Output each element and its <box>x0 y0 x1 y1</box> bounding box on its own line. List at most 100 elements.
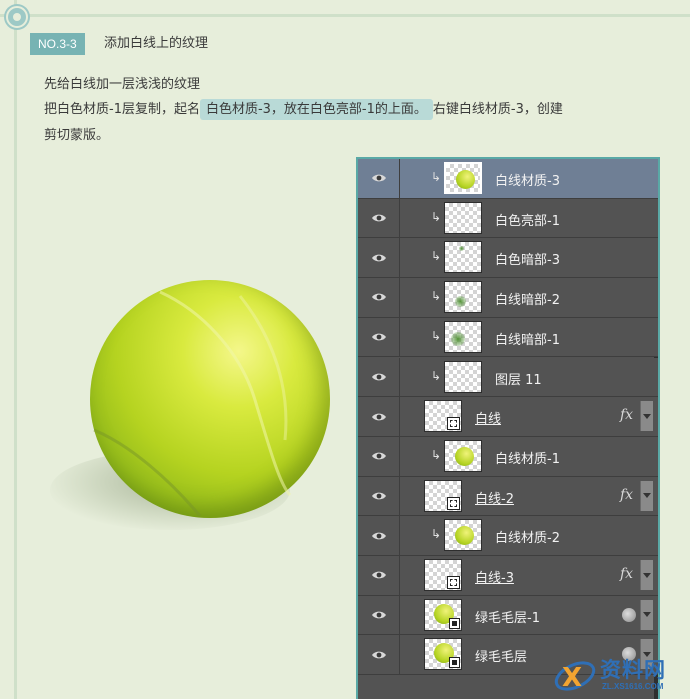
chevron-down-icon <box>643 612 651 618</box>
eye-icon <box>371 333 386 341</box>
eye-icon <box>371 294 386 301</box>
eye-icon <box>371 571 386 579</box>
layer-row[interactable]: 绿毛毛层-1 <box>358 595 658 636</box>
instruction-highlight: 白色材质-3，放在白色亮部-1的上面。 <box>199 99 433 120</box>
smart-object-icon <box>449 617 460 629</box>
layer-name: 白线材质-1 <box>495 451 560 467</box>
visibility-toggle[interactable] <box>358 238 400 278</box>
step-title: 添加白线上的纹理 <box>104 36 209 51</box>
frame-left-line <box>14 0 17 699</box>
eye-icon <box>371 651 386 659</box>
layer-thumbnail[interactable] <box>424 479 462 512</box>
frame-top-line <box>0 14 690 17</box>
layer-row[interactable]: 白线-3 fx <box>358 556 658 596</box>
layer-thumbnail[interactable] <box>424 598 462 631</box>
visibility-toggle[interactable] <box>358 516 400 555</box>
step-badge: NO.3-3 <box>30 33 85 55</box>
layer-row[interactable]: ↳ 白线材质-3 <box>358 159 658 199</box>
visibility-toggle[interactable] <box>358 198 400 238</box>
fx-icon[interactable]: fx <box>620 487 633 503</box>
frame-corner-dot <box>6 6 28 28</box>
thumbnail-shade-dot <box>459 246 464 252</box>
layer-row[interactable]: ↳ 白色暗部-3 <box>358 238 658 279</box>
layer-row[interactable]: ↳ 白线暗部-2 <box>358 278 658 318</box>
thumbnail-shade-dot <box>455 296 466 308</box>
layer-name: 白线-3 <box>475 571 514 586</box>
visibility-toggle[interactable] <box>358 595 400 635</box>
layer-thumbnail[interactable] <box>444 281 482 314</box>
eye-icon <box>371 174 386 182</box>
clipping-arrow-icon: ↳ <box>431 170 442 184</box>
expand-effects-button[interactable] <box>640 480 653 511</box>
chevron-down-icon <box>643 572 651 578</box>
visibility-toggle[interactable] <box>358 476 400 516</box>
layer-name: 白线暗部-1 <box>495 332 560 348</box>
layer-row[interactable]: 白线-2 fx <box>358 476 658 517</box>
layer-name: 图层 11 <box>495 372 542 388</box>
clipping-arrow-icon: ↳ <box>431 289 442 304</box>
layer-name: 白色亮部-1 <box>495 213 560 229</box>
shape-layer-icon <box>447 576 460 589</box>
layer-thumbnail[interactable] <box>444 439 482 472</box>
layer-name: 绿毛毛层 <box>475 650 528 666</box>
smart-object-icon <box>449 657 460 669</box>
thumbnail-ball-icon <box>456 170 475 189</box>
layer-thumbnail[interactable] <box>424 638 462 671</box>
instruction-text-before: 把白色材质-1层复制，起名 <box>44 102 200 117</box>
shape-layer-icon <box>447 496 460 510</box>
eye-icon <box>371 611 386 619</box>
expand-effects-button[interactable] <box>640 599 653 630</box>
eye-icon <box>371 373 386 381</box>
layer-thumbnail[interactable] <box>444 519 482 552</box>
visibility-toggle[interactable] <box>358 436 400 476</box>
eye-icon <box>371 254 386 262</box>
layer-thumbnail[interactable] <box>444 241 482 274</box>
watermark-url: ZL.XS1616.COM <box>602 682 664 691</box>
layer-name: 白线材质-2 <box>495 531 560 547</box>
layer-thumbnail[interactable] <box>444 360 482 393</box>
layer-thumbnail[interactable] <box>444 201 482 234</box>
filter-circle-icon[interactable] <box>622 607 636 622</box>
svg-text:X: X <box>562 663 582 693</box>
visibility-toggle[interactable] <box>358 635 400 675</box>
layer-thumbnail[interactable] <box>424 559 462 591</box>
layer-row[interactable]: ↳ 图层 11 <box>358 357 658 398</box>
layer-thumbnail[interactable] <box>424 400 462 433</box>
clipping-arrow-icon: ↳ <box>431 527 442 542</box>
visibility-toggle[interactable] <box>358 317 400 357</box>
layer-row[interactable]: ↳ 白线材质-1 <box>358 436 658 477</box>
fx-icon[interactable]: fx <box>620 566 633 582</box>
layer-row[interactable]: ↳ 白线材质-2 <box>358 516 658 556</box>
visibility-toggle[interactable] <box>358 397 400 436</box>
thumbnail-ball-icon <box>455 526 474 546</box>
layer-row[interactable]: ↳ 白线暗部-1 <box>358 317 658 358</box>
layer-row[interactable]: 白线 fx <box>358 397 658 437</box>
layer-name: 绿毛毛层-1 <box>475 610 540 626</box>
layer-name: 白线暗部-2 <box>495 293 560 309</box>
visibility-toggle[interactable] <box>358 357 400 397</box>
layer-name: 白线 <box>475 412 502 428</box>
visibility-toggle[interactable] <box>358 159 400 198</box>
expand-effects-button[interactable] <box>640 560 653 590</box>
layer-row[interactable]: ↳ 白色亮部-1 <box>358 198 658 239</box>
eye-icon <box>371 413 386 420</box>
chevron-down-icon <box>643 493 651 499</box>
tennis-ball <box>90 280 330 518</box>
visibility-toggle[interactable] <box>358 556 400 595</box>
clipping-arrow-icon: ↳ <box>431 368 442 383</box>
eye-icon <box>371 452 386 460</box>
eye-icon <box>371 532 386 540</box>
visibility-toggle[interactable] <box>358 278 400 317</box>
tennis-ball-illustration <box>50 240 360 540</box>
instruction-line-3: 剪切蒙版。 <box>44 128 110 143</box>
eye-icon <box>371 214 386 222</box>
chevron-down-icon <box>643 413 651 419</box>
thumbnail-ball-icon <box>455 446 474 466</box>
shape-layer-icon <box>447 417 460 431</box>
layer-thumbnail[interactable] <box>444 320 482 353</box>
fx-icon[interactable]: fx <box>620 407 633 423</box>
eye-icon <box>371 492 386 500</box>
expand-effects-button[interactable] <box>640 401 653 432</box>
layer-thumbnail[interactable] <box>444 162 482 194</box>
layer-name: 白线材质-3 <box>495 174 560 189</box>
